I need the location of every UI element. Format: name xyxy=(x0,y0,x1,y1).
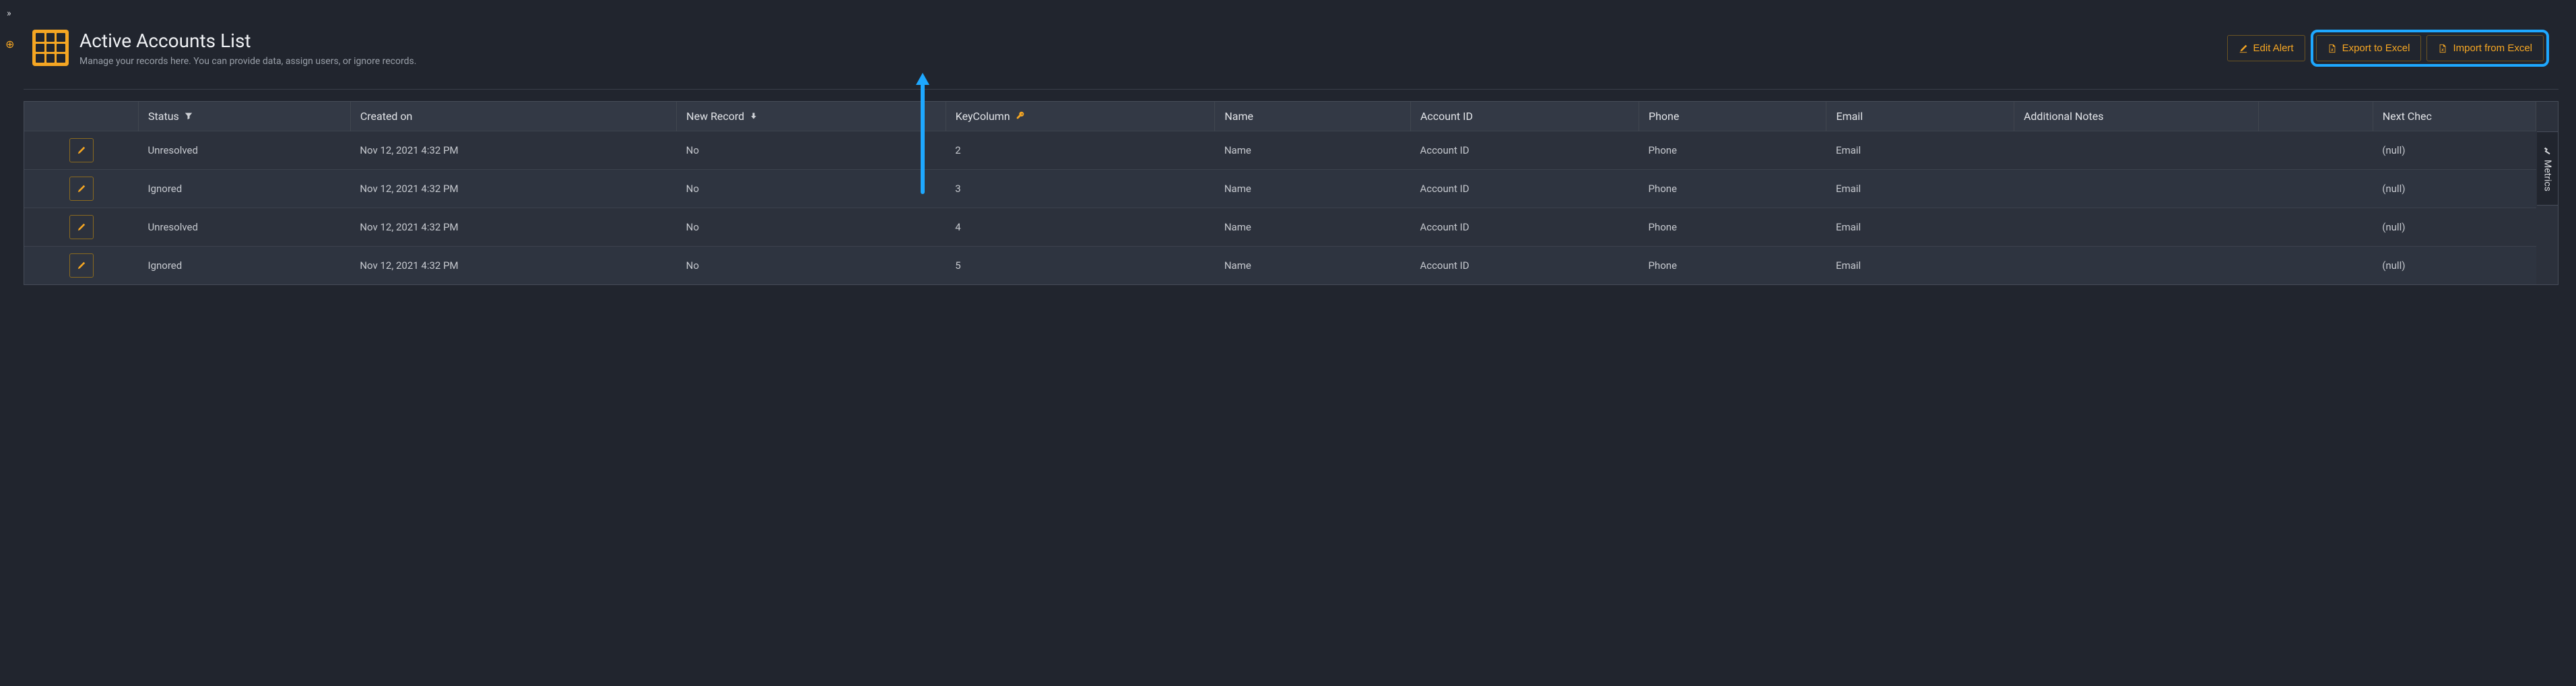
export-excel-label: Export to Excel xyxy=(2342,42,2410,54)
edit-square-icon xyxy=(2239,44,2248,53)
col-name[interactable]: Name xyxy=(1215,102,1411,131)
cell-spacer xyxy=(2259,170,2373,208)
cell-new-record: No xyxy=(677,247,946,285)
cell-spacer xyxy=(2259,247,2373,285)
header-divider xyxy=(24,89,2558,90)
cell-spacer xyxy=(2259,208,2373,247)
cell-email: Email xyxy=(1826,208,2014,247)
cell-email: Email xyxy=(1826,170,2014,208)
table-row: IgnoredNov 12, 2021 4:32 PMNo5NameAccoun… xyxy=(24,247,2536,285)
cell-next-check: (null) xyxy=(2373,170,2536,208)
grid-icon xyxy=(32,30,69,66)
cell-account-id: Account ID xyxy=(1410,208,1639,247)
col-next-check[interactable]: Next Chec xyxy=(2373,102,2536,131)
cell-account-id: Account ID xyxy=(1410,170,1639,208)
col-email[interactable]: Email xyxy=(1826,102,2014,131)
cell-account-id: Account ID xyxy=(1410,247,1639,285)
cell-created: Nov 12, 2021 4:32 PM xyxy=(350,247,676,285)
cell-notes xyxy=(2014,247,2258,285)
metrics-flyout-tab[interactable]: Metrics xyxy=(2537,131,2558,206)
highlighted-export-import-group: Export to Excel Import from Excel xyxy=(2311,30,2549,67)
col-phone[interactable]: Phone xyxy=(1639,102,1826,131)
cell-account-id: Account ID xyxy=(1410,131,1639,170)
cell-name: Name xyxy=(1215,247,1411,285)
accounts-table: Status Created on New Record KeyColumn xyxy=(24,101,2558,285)
col-key[interactable]: KeyColumn xyxy=(946,102,1215,131)
key-icon xyxy=(1016,110,1025,123)
edit-row-button[interactable] xyxy=(69,215,94,239)
cell-name: Name xyxy=(1215,208,1411,247)
file-excel-icon xyxy=(2327,44,2337,53)
cell-new-record: No xyxy=(677,170,946,208)
col-created[interactable]: Created on xyxy=(350,102,676,131)
cell-phone: Phone xyxy=(1639,247,1826,285)
export-excel-button[interactable]: Export to Excel xyxy=(2316,35,2422,61)
cell-notes xyxy=(2014,131,2258,170)
cell-notes xyxy=(2014,208,2258,247)
cell-created: Nov 12, 2021 4:32 PM xyxy=(350,131,676,170)
cell-key: 2 xyxy=(946,131,1215,170)
cell-status: Ignored xyxy=(139,170,351,208)
cell-name: Name xyxy=(1215,131,1411,170)
cell-phone: Phone xyxy=(1639,170,1826,208)
edit-alert-button[interactable]: Edit Alert xyxy=(2227,35,2305,61)
cell-key: 5 xyxy=(946,247,1215,285)
cell-next-check: (null) xyxy=(2373,247,2536,285)
expand-chevrons-icon[interactable]: » xyxy=(7,8,11,19)
col-spacer xyxy=(2259,102,2373,131)
file-excel-icon xyxy=(2438,44,2447,53)
cell-email: Email xyxy=(1826,131,2014,170)
edit-alert-label: Edit Alert xyxy=(2253,42,2294,54)
cell-email: Email xyxy=(1826,247,2014,285)
table-row: UnresolvedNov 12, 2021 4:32 PMNo4NameAcc… xyxy=(24,208,2536,247)
chart-line-icon xyxy=(2543,146,2552,156)
add-circle-icon[interactable]: ⊕ xyxy=(5,39,14,50)
cell-status: Unresolved xyxy=(139,131,351,170)
cell-spacer xyxy=(2259,131,2373,170)
page-title: Active Accounts List xyxy=(79,30,416,52)
col-account-id[interactable]: Account ID xyxy=(1410,102,1639,131)
import-excel-label: Import from Excel xyxy=(2453,42,2532,54)
cell-status: Ignored xyxy=(139,247,351,285)
table-row: UnresolvedNov 12, 2021 4:32 PMNo2NameAcc… xyxy=(24,131,2536,170)
page-subtitle: Manage your records here. You can provid… xyxy=(79,56,416,67)
edit-row-button[interactable] xyxy=(69,138,94,162)
edit-row-button[interactable] xyxy=(69,253,94,278)
cell-name: Name xyxy=(1215,170,1411,208)
cell-key: 4 xyxy=(946,208,1215,247)
cell-status: Unresolved xyxy=(139,208,351,247)
cell-next-check: (null) xyxy=(2373,208,2536,247)
cell-phone: Phone xyxy=(1639,131,1826,170)
col-status[interactable]: Status xyxy=(139,102,351,131)
import-excel-button[interactable]: Import from Excel xyxy=(2426,35,2544,61)
cell-new-record: No xyxy=(677,131,946,170)
cell-created: Nov 12, 2021 4:32 PM xyxy=(350,208,676,247)
cell-next-check: (null) xyxy=(2373,131,2536,170)
cell-phone: Phone xyxy=(1639,208,1826,247)
filter-icon xyxy=(185,110,193,123)
col-new-record[interactable]: New Record xyxy=(677,102,946,131)
cell-created: Nov 12, 2021 4:32 PM xyxy=(350,170,676,208)
table-row: IgnoredNov 12, 2021 4:32 PMNo3NameAccoun… xyxy=(24,170,2536,208)
col-notes[interactable]: Additional Notes xyxy=(2014,102,2258,131)
cell-new-record: No xyxy=(677,208,946,247)
edit-row-button[interactable] xyxy=(69,177,94,201)
col-edit[interactable] xyxy=(24,102,139,131)
cell-notes xyxy=(2014,170,2258,208)
sort-desc-icon xyxy=(750,110,758,123)
cell-key: 3 xyxy=(946,170,1215,208)
metrics-label: Metrics xyxy=(2542,160,2553,191)
